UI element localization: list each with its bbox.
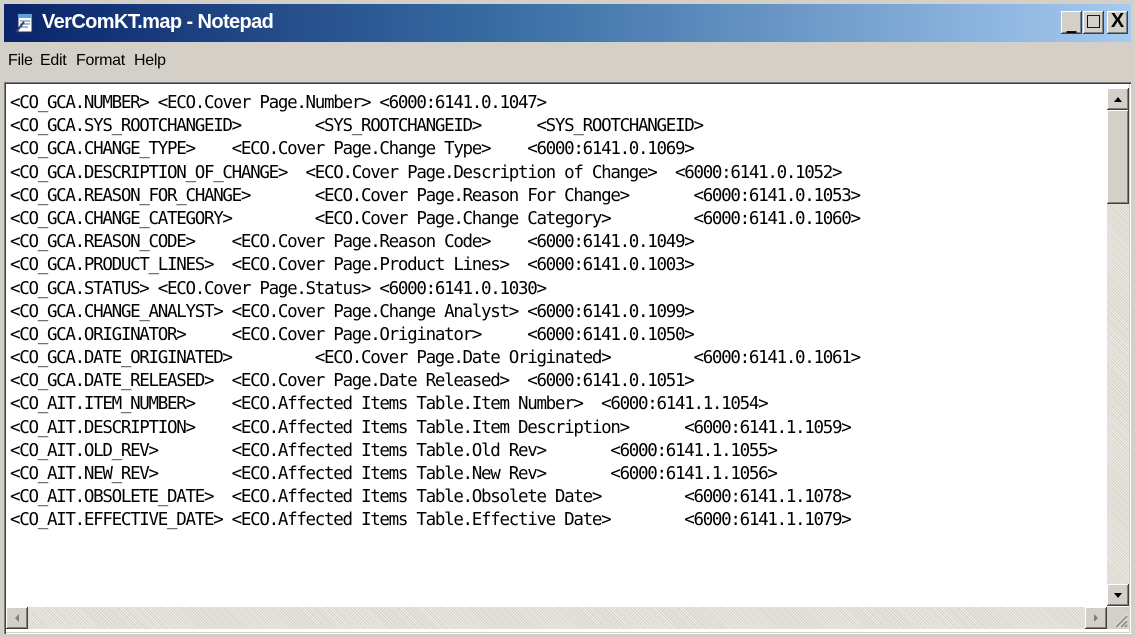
- vertical-scroll-thumb[interactable]: [1107, 110, 1129, 204]
- horizontal-scrollbar[interactable]: [6, 607, 1107, 629]
- arrow-up-icon: [1114, 97, 1122, 102]
- arrow-right-icon: [1094, 614, 1098, 622]
- notepad-window: VerComKT.map - Notepad _ □ X File Edit F…: [0, 0, 1135, 638]
- notepad-icon: [15, 13, 33, 33]
- scroll-down-button[interactable]: [1107, 584, 1129, 606]
- minimize-button[interactable]: _: [1061, 11, 1082, 34]
- text-line: <CO_GCA.DATE_ORIGINATED> <ECO.Cover Page…: [10, 348, 861, 369]
- title-bar[interactable]: VerComKT.map - Notepad _ □ X: [4, 4, 1131, 42]
- resize-grip-icon: [1114, 614, 1128, 628]
- text-line: <CO_GCA.STATUS> <ECO.Cover Page.Status> …: [10, 278, 547, 299]
- text-line: <CO_GCA.REASON_FOR_CHANGE> <ECO.Cover Pa…: [10, 185, 861, 206]
- arrow-down-icon: [1114, 593, 1122, 598]
- arrow-left-icon: [15, 614, 19, 622]
- text-line: <CO_GCA.DATE_RELEASED> <ECO.Cover Page.D…: [10, 371, 695, 392]
- vertical-scrollbar[interactable]: [1107, 88, 1129, 606]
- text-line: <CO_GCA.SYS_ROOTCHANGEID> <SYS_ROOTCHANG…: [10, 116, 704, 137]
- text-line: <CO_AIT.DESCRIPTION> <ECO.Affected Items…: [10, 417, 852, 438]
- close-button[interactable]: X: [1107, 11, 1128, 34]
- menu-file[interactable]: File: [8, 52, 33, 70]
- text-line: <CO_AIT.ITEM_NUMBER> <ECO.Affected Items…: [10, 394, 769, 415]
- menu-bar: File Edit Format Help: [4, 44, 1131, 78]
- text-editor[interactable]: <CO_GCA.NUMBER> <ECO.Cover Page.Number> …: [4, 82, 1131, 634]
- text-line: <CO_GCA.NUMBER> <ECO.Cover Page.Number> …: [10, 93, 547, 113]
- text-line: <CO_AIT.EFFECTIVE_DATE> <ECO.Affected It…: [10, 510, 852, 531]
- text-line: <CO_GCA.DESCRIPTION_OF_CHANGE> <ECO.Cove…: [10, 162, 843, 183]
- text-line: <CO_AIT.OLD_REV> <ECO.Affected Items Tab…: [10, 440, 778, 461]
- text-line: <CO_GCA.CHANGE_TYPE> <ECO.Cover Page.Cha…: [10, 139, 695, 160]
- scroll-up-button[interactable]: [1107, 88, 1129, 110]
- text-line: <CO_GCA.CHANGE_CATEGORY> <ECO.Cover Page…: [10, 208, 861, 229]
- text-line: <CO_GCA.ORIGINATOR> <ECO.Cover Page.Orig…: [10, 324, 695, 345]
- scroll-left-button[interactable]: [6, 607, 28, 629]
- text-line: <CO_GCA.PRODUCT_LINES> <ECO.Cover Page.P…: [10, 255, 695, 276]
- text-line: <CO_GCA.CHANGE_ANALYST> <ECO.Cover Page.…: [10, 301, 695, 322]
- menu-help[interactable]: Help: [134, 52, 166, 70]
- menu-format[interactable]: Format: [76, 52, 125, 70]
- editor-content[interactable]: <CO_GCA.NUMBER> <ECO.Cover Page.Number> …: [10, 92, 1110, 604]
- text-line: <CO_GCA.REASON_CODE> <ECO.Cover Page.Rea…: [10, 232, 695, 253]
- text-line: <CO_AIT.NEW_REV> <ECO.Affected Items Tab…: [10, 464, 778, 484]
- window-title: VerComKT.map - Notepad: [42, 11, 274, 33]
- maximize-button[interactable]: □: [1083, 11, 1104, 34]
- scroll-right-button[interactable]: [1085, 607, 1107, 629]
- menu-edit[interactable]: Edit: [40, 52, 67, 70]
- resize-grip[interactable]: [1107, 607, 1129, 629]
- text-line: <CO_AIT.OBSOLETE_DATE> <ECO.Affected Ite…: [10, 487, 852, 508]
